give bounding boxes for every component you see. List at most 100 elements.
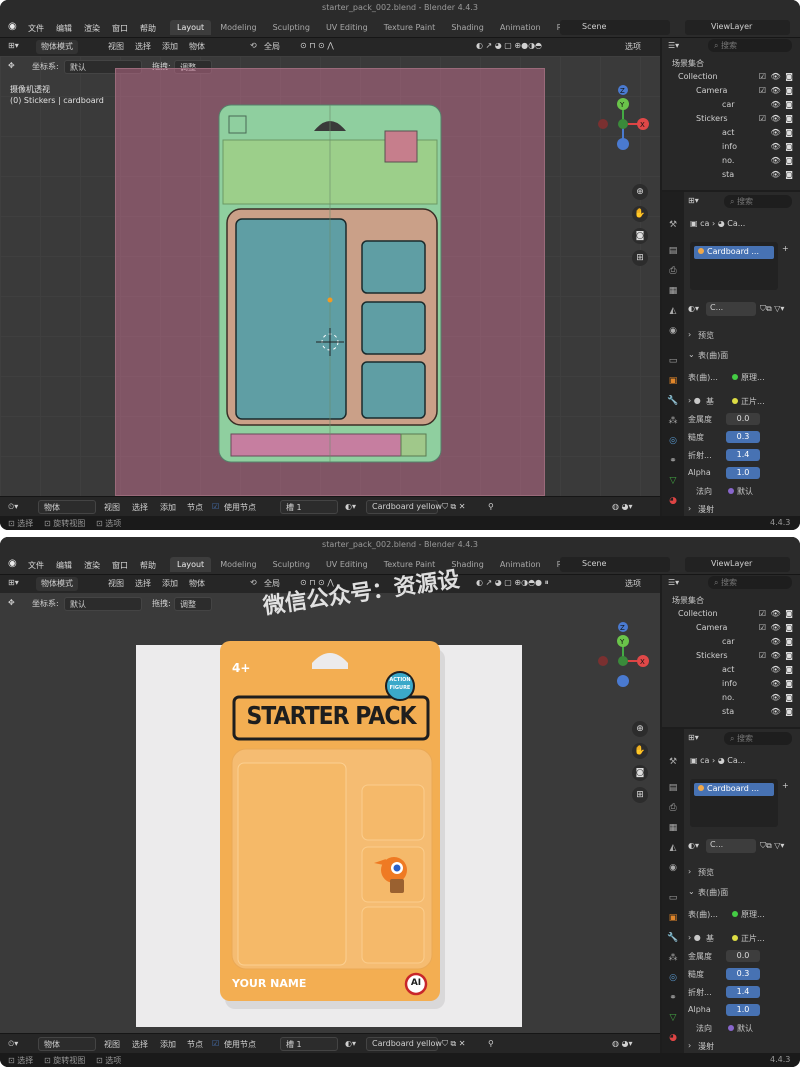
slot-dropdown[interactable]: 槽 1 <box>280 500 338 514</box>
snap-icon[interactable]: ⊙ ⊓ ⊙ ⋀ <box>300 41 334 50</box>
normal-field[interactable]: 默认 <box>728 1023 753 1034</box>
breadcrumb-material[interactable]: Ca... <box>727 219 745 228</box>
metallic-field[interactable]: 0.0 <box>726 413 760 425</box>
material-slot-list[interactable]: Cardboard ... <box>690 242 778 290</box>
outliner-row[interactable]: info 👁 ◙ <box>662 677 800 691</box>
editor-type-icon[interactable]: ⊞▾ <box>8 41 19 50</box>
zoom-icon[interactable]: ⊕ <box>632 184 648 200</box>
collection-tab-icon[interactable]: ▭ <box>665 354 681 368</box>
surface-shader-field[interactable]: 原理... <box>732 909 765 920</box>
breadcrumb-object[interactable]: ca <box>700 219 709 228</box>
tab-sculpting[interactable]: Sculpting <box>266 20 317 35</box>
view-layer-selector[interactable]: ViewLayer <box>685 20 790 35</box>
menu-add[interactable]: 添加 <box>162 578 178 589</box>
modifier-tab-icon[interactable]: 🔧 <box>665 931 681 945</box>
surface-section[interactable]: ⌄ 表(曲)面 <box>688 885 798 899</box>
menu-view[interactable]: 视图 <box>108 41 124 52</box>
menu-add[interactable]: 添加 <box>162 41 178 52</box>
menu-select[interactable]: 选择 <box>135 578 151 589</box>
tab-shading[interactable]: Shading <box>444 20 491 35</box>
preview-section[interactable]: › 预览 <box>688 328 798 342</box>
axis-gizmo[interactable]: X Y Z <box>593 85 653 154</box>
visibility-icons[interactable]: ◐ ↗ ◕ ▢ ⊕◑◓● ⏸ <box>476 578 549 588</box>
row-visibility-icons[interactable]: ☑ 👁 ◙ <box>759 114 794 123</box>
footer-menu-node[interactable]: 节点 <box>187 1039 203 1050</box>
use-nodes-checkbox[interactable]: ☑ <box>212 502 219 511</box>
menu-edit[interactable]: 编辑 <box>56 560 72 571</box>
outliner-row[interactable]: Camera ☑ 👁 ◙ <box>662 621 800 635</box>
view-layer-selector[interactable]: ViewLayer <box>685 557 790 572</box>
blender-logo-icon[interactable]: ◉ <box>8 21 17 32</box>
alpha-field[interactable]: 1.0 <box>726 1004 760 1016</box>
tool-tab-icon[interactable]: ⚒ <box>665 755 681 769</box>
ior-field[interactable]: 1.4 <box>726 449 760 461</box>
ior-field[interactable]: 1.4 <box>726 986 760 998</box>
outliner-row[interactable]: sta 👁 ◙ <box>662 705 800 719</box>
menu-render[interactable]: 渲染 <box>84 23 100 34</box>
outliner-row[interactable]: Collection ☑ 👁 ◙ <box>662 70 800 84</box>
snap-toggle-icon[interactable]: ◍ ◕▾ <box>612 1039 633 1048</box>
footer-menu-view[interactable]: 视图 <box>104 1039 120 1050</box>
menu-select[interactable]: 选择 <box>135 41 151 52</box>
visibility-icons[interactable]: ◐ ↗ ◕ ▢ ⊕●◑◓ <box>476 41 542 50</box>
menu-help[interactable]: 帮助 <box>140 560 156 571</box>
row-visibility-icons[interactable]: 👁 ◙ <box>771 156 794 165</box>
outliner-editor-icon[interactable]: ☰▾ <box>668 41 679 50</box>
outliner-row[interactable]: car 👁 ◙ <box>662 98 800 112</box>
props-search[interactable]: ⌕ 搜索 <box>724 195 792 208</box>
menu-object[interactable]: 物体 <box>189 41 205 52</box>
breadcrumb-object[interactable]: ca <box>700 756 709 765</box>
pan-hand-icon[interactable]: ✋ <box>632 206 648 222</box>
subsurface-section[interactable]: › 漫射 <box>688 1039 798 1053</box>
roughness-field[interactable]: 0.3 <box>726 968 760 980</box>
outliner-row[interactable]: Collection ☑ 👁 ◙ <box>662 607 800 621</box>
row-visibility-icons[interactable]: 👁 ◙ <box>771 707 794 716</box>
render-tab-icon[interactable]: ▤ <box>665 244 681 258</box>
base-arrow-icon[interactable]: › ● <box>688 396 701 405</box>
footer-menu-add[interactable]: 添加 <box>160 1039 176 1050</box>
editor-type-icon[interactable]: ⊞▾ <box>8 578 19 587</box>
use-nodes-checkbox[interactable]: ☑ <box>212 1039 219 1048</box>
roughness-field[interactable]: 0.3 <box>726 431 760 443</box>
particles-tab-icon[interactable]: ⁂ <box>665 951 681 965</box>
row-visibility-icons[interactable]: ☑ 👁 ◙ <box>759 609 794 618</box>
material-sphere-icon[interactable]: ◐▾ <box>345 1039 356 1048</box>
row-visibility-icons[interactable]: 👁 ◙ <box>771 128 794 137</box>
material-name-field[interactable]: Cardboard yellow <box>366 500 442 514</box>
subsurface-section[interactable]: › 漫射 <box>688 502 798 516</box>
tab-sculpting[interactable]: Sculpting <box>266 557 317 572</box>
material-browse-icon[interactable]: ◐▾ <box>688 304 699 313</box>
perspective-icon[interactable]: ⊞ <box>632 787 648 803</box>
tab-uv-editing[interactable]: UV Editing <box>319 557 375 572</box>
row-visibility-icons[interactable]: 👁 ◙ <box>771 637 794 646</box>
menu-window[interactable]: 窗口 <box>112 23 128 34</box>
add-slot-button[interactable]: + <box>782 244 789 253</box>
object-dropdown[interactable]: 物体 <box>38 500 96 514</box>
outliner-row[interactable]: Stickers ☑ 👁 ◙ <box>662 649 800 663</box>
zoom-icon[interactable]: ⊕ <box>632 721 648 737</box>
collection-tab-icon[interactable]: ▭ <box>665 891 681 905</box>
tool-tab-icon[interactable]: ⚒ <box>665 218 681 232</box>
constraints-tab-icon[interactable]: ⚭ <box>665 454 681 468</box>
particles-tab-icon[interactable]: ⁂ <box>665 414 681 428</box>
slot-dropdown[interactable]: 槽 1 <box>280 1037 338 1051</box>
3d-viewport[interactable]: ✥ 坐标系: 默认 拖拽: 调整 摄像机透视 (0) Stickers | ca… <box>0 56 660 496</box>
material-slot-item[interactable]: Cardboard ... <box>694 246 774 259</box>
editor-type-icon-2[interactable]: ⏲▾ <box>8 502 18 512</box>
material-buttons-icon[interactable]: ⛉ ⧉ ✕ <box>442 502 466 512</box>
camera-icon[interactable]: ◙ <box>632 765 648 781</box>
row-visibility-icons[interactable]: 👁 ◙ <box>771 170 794 179</box>
menu-file[interactable]: 文件 <box>28 23 44 34</box>
view-layer-tab-icon[interactable]: ▦ <box>665 821 681 835</box>
preview-section[interactable]: › 预览 <box>688 865 798 879</box>
alpha-field[interactable]: 1.0 <box>726 467 760 479</box>
menu-edit[interactable]: 编辑 <box>56 23 72 34</box>
material-slot-item[interactable]: Cardboard ... <box>694 783 774 796</box>
row-visibility-icons[interactable]: ☑ 👁 ◙ <box>759 72 794 81</box>
menu-render[interactable]: 渲染 <box>84 560 100 571</box>
menu-file[interactable]: 文件 <box>28 560 44 571</box>
camera-icon[interactable]: ◙ <box>632 228 648 244</box>
material-tab-icon[interactable]: ◕ <box>665 1031 681 1045</box>
tab-modeling[interactable]: Modeling <box>213 20 263 35</box>
mode-dropdown[interactable]: 物体模式 <box>36 40 78 54</box>
